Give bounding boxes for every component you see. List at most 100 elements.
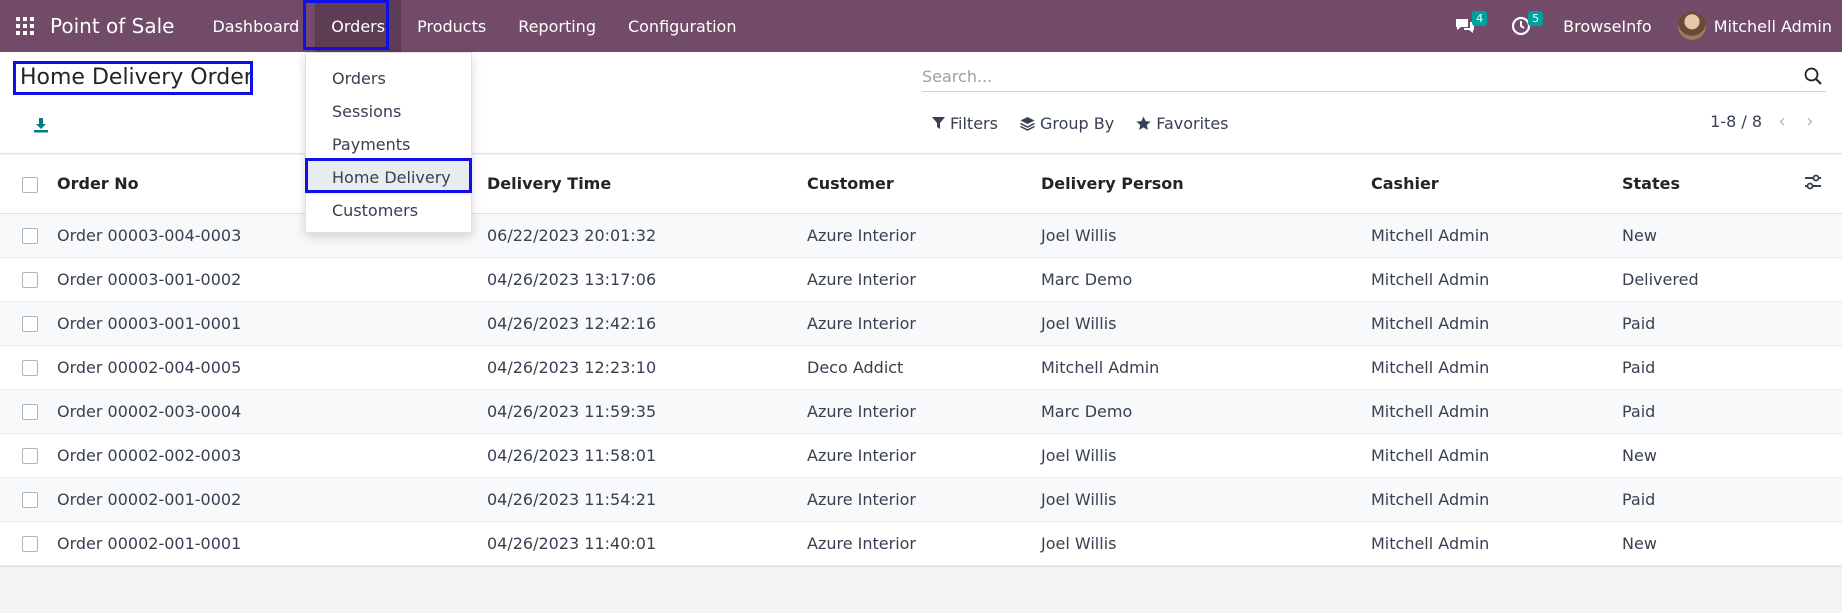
cell-delivery-time: 04/26/2023 11:58:01: [487, 445, 657, 465]
nav-products[interactable]: Products: [401, 0, 502, 52]
header-delivery-time[interactable]: Delivery Time: [487, 155, 807, 214]
cell-delivery-person: Joel Willis: [1041, 533, 1117, 553]
apps-menu-icon[interactable]: [0, 0, 50, 52]
row-checkbox[interactable]: [22, 228, 38, 244]
cell-state: Delivered: [1622, 269, 1699, 289]
cell-cashier: Mitchell Admin: [1371, 533, 1490, 553]
chevron-right-icon[interactable]: ›: [1802, 111, 1818, 132]
row-checkbox[interactable]: [22, 316, 38, 332]
table-header-row: Order No Delivery Time Customer Delivery…: [0, 155, 1842, 214]
cell-delivery-person: Mitchell Admin: [1041, 357, 1160, 377]
header-cashier[interactable]: Cashier: [1371, 155, 1622, 214]
row-checkbox[interactable]: [22, 404, 38, 420]
menu-item-orders[interactable]: Orders: [306, 62, 471, 95]
table-row[interactable]: Order 00003-001-0001 04/26/2023 12:42:16 A…: [0, 301, 1842, 345]
cell-customer: Azure Interior: [807, 225, 917, 245]
menu-item-sessions[interactable]: Sessions: [306, 95, 471, 128]
table-row[interactable]: Order 00002-004-0005 04/26/2023 12:23:10 D…: [0, 345, 1842, 389]
cell-customer: Azure Interior: [807, 269, 917, 289]
top-navbar: Point of Sale Dashboard Orders Products …: [0, 0, 1842, 52]
orders-dropdown-menu: Orders Sessions Payments Home Delivery C…: [305, 52, 472, 233]
search-input[interactable]: [922, 62, 1782, 90]
download-icon[interactable]: [30, 114, 52, 136]
favorites-button[interactable]: Favorites: [1136, 114, 1229, 133]
user-menu[interactable]: Mitchell Admin: [1714, 17, 1832, 36]
pager: 1-8 / 8 ‹ ›: [1710, 111, 1818, 132]
cell-state: Paid: [1622, 357, 1656, 377]
chevron-left-icon[interactable]: ‹: [1774, 111, 1790, 132]
cell-order-no: Order 00002-004-0005: [57, 357, 242, 377]
pager-value[interactable]: 1-8 / 8: [1710, 112, 1762, 131]
cell-state: New: [1622, 225, 1657, 245]
table-row[interactable]: Order 00003-004-0003 06/22/2023 20:01:32 A…: [0, 213, 1842, 257]
cell-delivery-time: 06/22/2023 20:01:32: [487, 225, 657, 245]
table-row[interactable]: Order 00002-002-0003 04/26/2023 11:58:01 A…: [0, 433, 1842, 477]
row-checkbox[interactable]: [22, 492, 38, 508]
row-checkbox[interactable]: [22, 448, 38, 464]
nav-reporting[interactable]: Reporting: [502, 0, 612, 52]
filter-icon: [932, 117, 945, 129]
activities-badge: 5: [1528, 11, 1544, 26]
cell-delivery-time: 04/26/2023 11:40:01: [487, 533, 657, 553]
user-avatar[interactable]: [1677, 12, 1706, 40]
cell-order-no: Order 00002-003-0004: [57, 401, 242, 421]
cell-cashier: Mitchell Admin: [1371, 269, 1490, 289]
cell-state: New: [1622, 445, 1657, 465]
cell-customer: Azure Interior: [807, 313, 917, 333]
row-checkbox[interactable]: [22, 272, 38, 288]
cell-cashier: Mitchell Admin: [1371, 489, 1490, 509]
cell-customer: Azure Interior: [807, 533, 917, 553]
cell-state: Paid: [1622, 489, 1656, 509]
cell-cashier: Mitchell Admin: [1371, 357, 1490, 377]
cell-state: Paid: [1622, 313, 1656, 333]
search-icon[interactable]: [1804, 67, 1822, 85]
nav-dashboard[interactable]: Dashboard: [196, 0, 315, 52]
home-delivery-highlight: [305, 158, 472, 193]
cell-delivery-person: Marc Demo: [1041, 401, 1133, 421]
select-all-checkbox[interactable]: [22, 176, 38, 193]
messages-icon[interactable]: 4: [1451, 0, 1488, 52]
page-title-highlight: [13, 61, 253, 95]
cell-customer: Azure Interior: [807, 445, 917, 465]
company-switcher[interactable]: BrowseInfo: [1563, 17, 1652, 36]
nav-configuration[interactable]: Configuration: [612, 0, 753, 52]
row-checkbox[interactable]: [22, 536, 38, 552]
cell-cashier: Mitchell Admin: [1371, 313, 1490, 333]
search-bar: [922, 62, 1826, 92]
messages-badge: 4: [1472, 11, 1488, 26]
cell-delivery-time: 04/26/2023 12:42:16: [487, 313, 657, 333]
menu-item-customers[interactable]: Customers: [306, 194, 471, 227]
table-row[interactable]: Order 00003-001-0002 04/26/2023 13:17:06 A…: [0, 257, 1842, 301]
cell-order-no: Order 00002-001-0002: [57, 489, 242, 509]
groupby-button[interactable]: Group By: [1020, 114, 1114, 133]
menu-item-payments[interactable]: Payments: [306, 128, 471, 161]
row-checkbox[interactable]: [22, 360, 38, 376]
cell-cashier: Mitchell Admin: [1371, 445, 1490, 465]
app-title[interactable]: Point of Sale: [50, 14, 174, 38]
table-row[interactable]: Order 00002-003-0004 04/26/2023 11:59:35 A…: [0, 389, 1842, 433]
header-customer[interactable]: Customer: [807, 155, 1041, 214]
cell-customer: Azure Interior: [807, 489, 917, 509]
orders-table: Order No Delivery Time Customer Delivery…: [0, 155, 1842, 566]
star-icon: [1136, 116, 1151, 130]
cell-delivery-time: 04/26/2023 11:54:21: [487, 489, 657, 509]
orders-menu-highlight: [303, 0, 389, 50]
header-delivery-person[interactable]: Delivery Person: [1041, 155, 1371, 214]
cell-delivery-person: Marc Demo: [1041, 269, 1133, 289]
cell-customer: Azure Interior: [807, 401, 917, 421]
optional-columns-icon[interactable]: [1804, 174, 1822, 190]
cell-delivery-person: Joel Willis: [1041, 489, 1117, 509]
header-states[interactable]: States: [1622, 155, 1802, 214]
activities-clock-icon[interactable]: 5: [1507, 0, 1544, 52]
cell-state: New: [1622, 533, 1657, 553]
cell-order-no: Order 00002-002-0003: [57, 445, 242, 465]
cell-delivery-person: Joel Willis: [1041, 313, 1117, 333]
filters-button[interactable]: Filters: [932, 114, 998, 133]
cell-order-no: Order 00003-001-0002: [57, 269, 242, 289]
cell-customer: Deco Addict: [807, 357, 904, 377]
table-row[interactable]: Order 00002-001-0001 04/26/2023 11:40:01 A…: [0, 521, 1842, 565]
list-view: Order No Delivery Time Customer Delivery…: [0, 155, 1842, 567]
cell-delivery-person: Joel Willis: [1041, 445, 1117, 465]
table-row[interactable]: Order 00002-001-0002 04/26/2023 11:54:21 A…: [0, 477, 1842, 521]
cell-state: Paid: [1622, 401, 1656, 421]
